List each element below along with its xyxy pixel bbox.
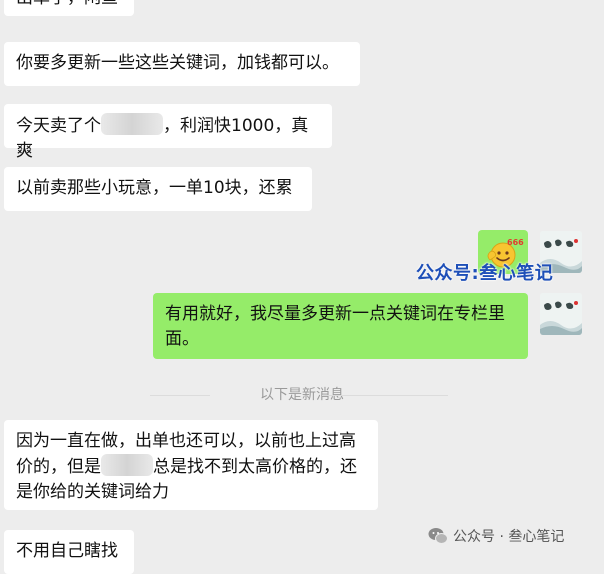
wechat-icon [428,528,448,544]
message-text: 你要多更新一些这些关键词，加钱都可以。 [16,53,339,73]
divider-label: 以下是新消息 [260,387,344,403]
message-text: 有用就好，我尽量多更新一点关键词在专栏里面。 [165,304,505,349]
redacted-blur [101,454,153,476]
new-messages-divider: 以下是新消息 [0,386,604,404]
message-bubble-incoming[interactable]: 你要多更新一些这些关键词，加钱都可以。 [4,42,360,86]
watermark-text: 公众号:叁心笔记 [416,263,554,284]
message-text: 出单了，闲鱼 [16,0,118,8]
avatar[interactable] [540,293,582,335]
divider-line [322,395,448,396]
message-text: 以前卖那些小玩意，一单10块，还累 [16,178,293,198]
avatar-image-icon [540,293,582,335]
message-bubble-outgoing[interactable]: 有用就好，我尽量多更新一点关键词在专栏里面。 [153,293,528,359]
message-bubble-incoming[interactable]: 不用自己瞎找 [4,530,134,574]
watermark-bottom: 公众号 · 叁心笔记 [428,526,564,546]
watermark-label: 公众号 · 叁心笔记 [453,529,565,545]
message-bubble-incoming[interactable]: 以前卖那些小玩意，一单10块，还累 [4,167,312,211]
message-bubble-incoming[interactable]: 今天卖了个 ，利润快1000，真爽 [4,104,332,161]
emoji-caption: 666 [507,238,524,247]
message-bubble-incoming[interactable]: 出单了，闲鱼 [4,0,134,16]
redacted-blur [101,113,163,135]
message-bubble-incoming[interactable]: 因为一直在做，出单也还可以，以前也上过高价的，但是 总是找不到太高价格的，还是你给… [4,420,378,510]
message-text: 今天卖了个 [16,116,101,136]
message-text: 不用自己瞎找 [16,541,118,561]
